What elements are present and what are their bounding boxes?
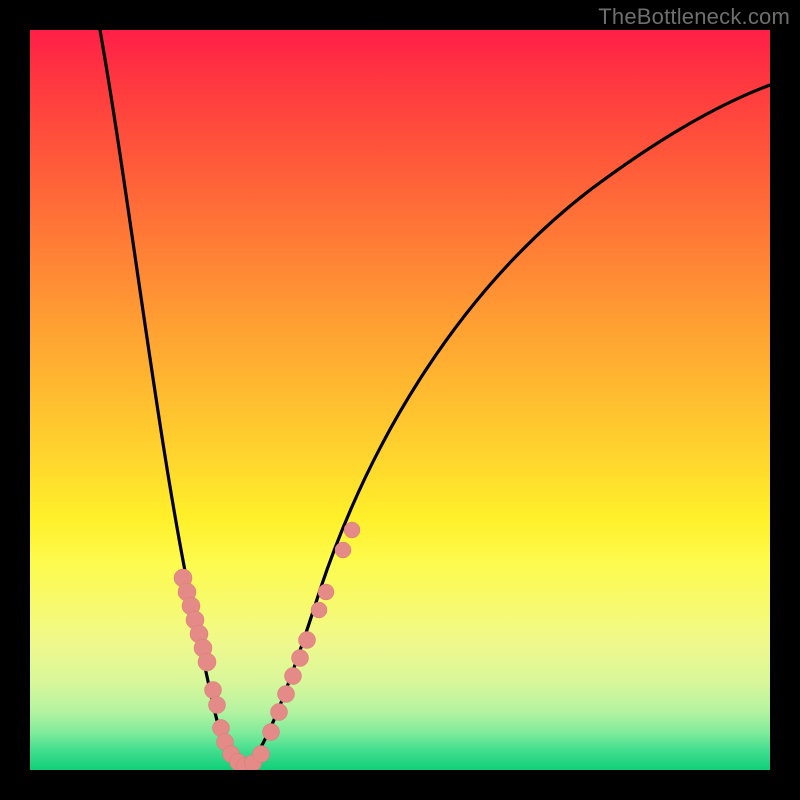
watermark-text: TheBottleneck.com: [598, 4, 790, 30]
curve-layer: [30, 30, 770, 770]
chart-frame: TheBottleneck.com: [0, 0, 800, 800]
marker-group: [174, 522, 360, 770]
bottleneck-curve: [100, 30, 770, 767]
plot-area: [30, 30, 770, 770]
